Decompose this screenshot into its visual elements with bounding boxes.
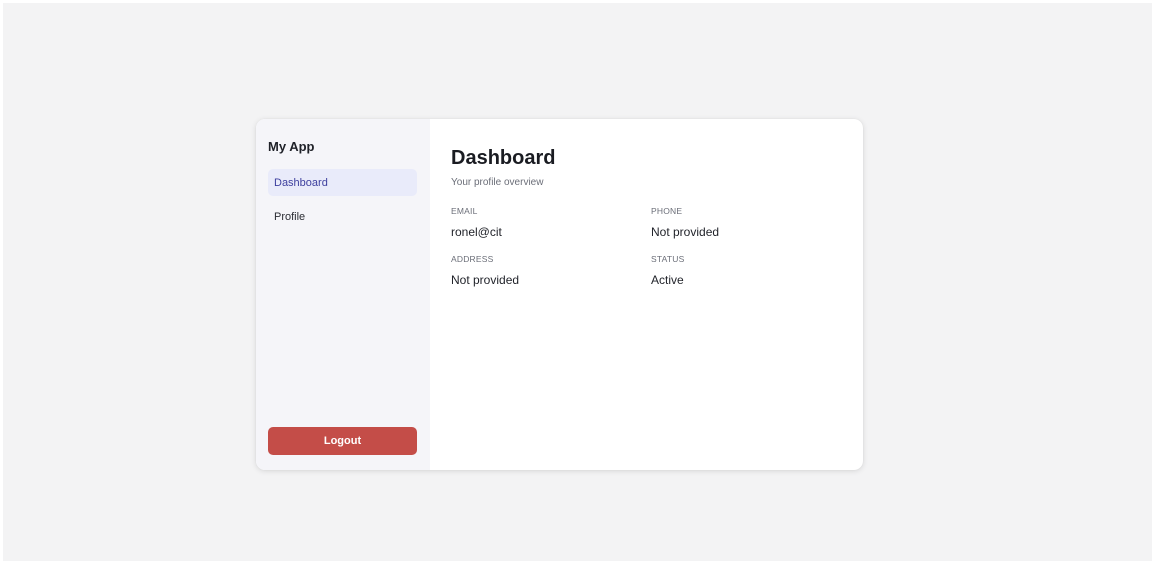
page-title: Dashboard [451,147,556,169]
status-value: Active [651,273,684,287]
phone-field: PHONE Not provided [651,206,719,239]
app-card: My App Dashboard Profile Logout Dashboar… [256,119,863,470]
page-background: My App Dashboard Profile Logout Dashboar… [3,3,1152,561]
email-value: ronel@cit [451,225,502,239]
sidebar: My App Dashboard Profile Logout [256,119,430,470]
sidebar-item-label: Dashboard [274,176,328,189]
address-field: ADDRESS Not provided [451,254,519,287]
sidebar-item-label: Profile [274,210,306,223]
phone-label: PHONE [651,206,683,216]
app-title: My App [268,139,315,154]
address-value: Not provided [451,273,520,287]
main-content: Dashboard Your profile overview EMAIL ro… [430,119,863,470]
email-label: EMAIL [451,206,478,216]
sidebar-item-dashboard[interactable]: Dashboard [268,169,417,196]
email-field: EMAIL ronel@cit [451,206,502,239]
address-label: ADDRESS [451,254,494,264]
phone-value: Not provided [651,225,720,239]
logout-button[interactable]: Logout [268,427,417,455]
sidebar-item-profile[interactable]: Profile [268,203,417,230]
page-subtitle: Your profile overview [451,177,544,188]
status-field: STATUS Active [651,254,684,287]
status-label: STATUS [651,254,685,264]
